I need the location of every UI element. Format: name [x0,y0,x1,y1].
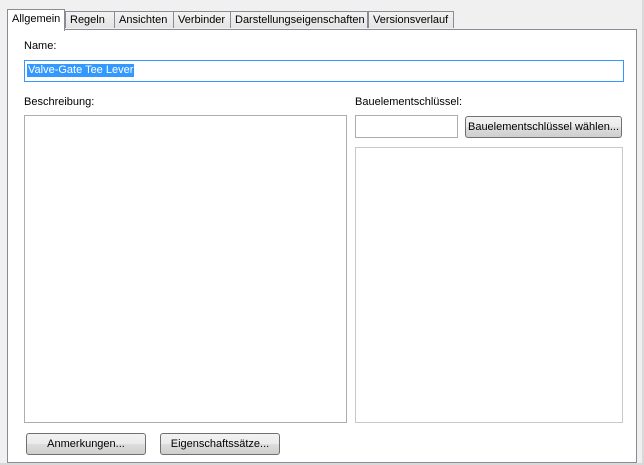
component-key-input[interactable] [355,115,458,138]
component-key-label: Bauelementschlüssel: [355,96,463,108]
name-label: Name: [24,40,57,52]
tab-ansichten[interactable]: Ansichten [114,11,174,28]
name-input-value: Valve-Gate Tee Lever [27,64,135,77]
name-input[interactable]: Valve-Gate Tee Lever [24,60,624,82]
tab-panel-allgemein: Name: Valve-Gate Tee Lever Beschreibung:… [7,29,637,463]
description-textarea[interactable] [24,115,347,423]
description-label: Beschreibung: [24,96,95,108]
tab-verbinder[interactable]: Verbinder [173,11,231,28]
component-key-list[interactable] [355,147,623,423]
tab-versionsverlauf[interactable]: Versionsverlauf [368,11,454,28]
tab-darstellungseigenschaften[interactable]: Darstellungseigenschaften [230,11,368,28]
property-sets-button[interactable]: Eigenschaftssätze... [160,433,280,455]
tab-regeln[interactable]: Regeln [65,11,117,28]
tab-allgemein[interactable]: Allgemein [7,9,65,31]
choose-component-key-button[interactable]: Bauelementschlüssel wählen... [465,116,622,138]
notes-button[interactable]: Anmerkungen... [26,433,146,455]
